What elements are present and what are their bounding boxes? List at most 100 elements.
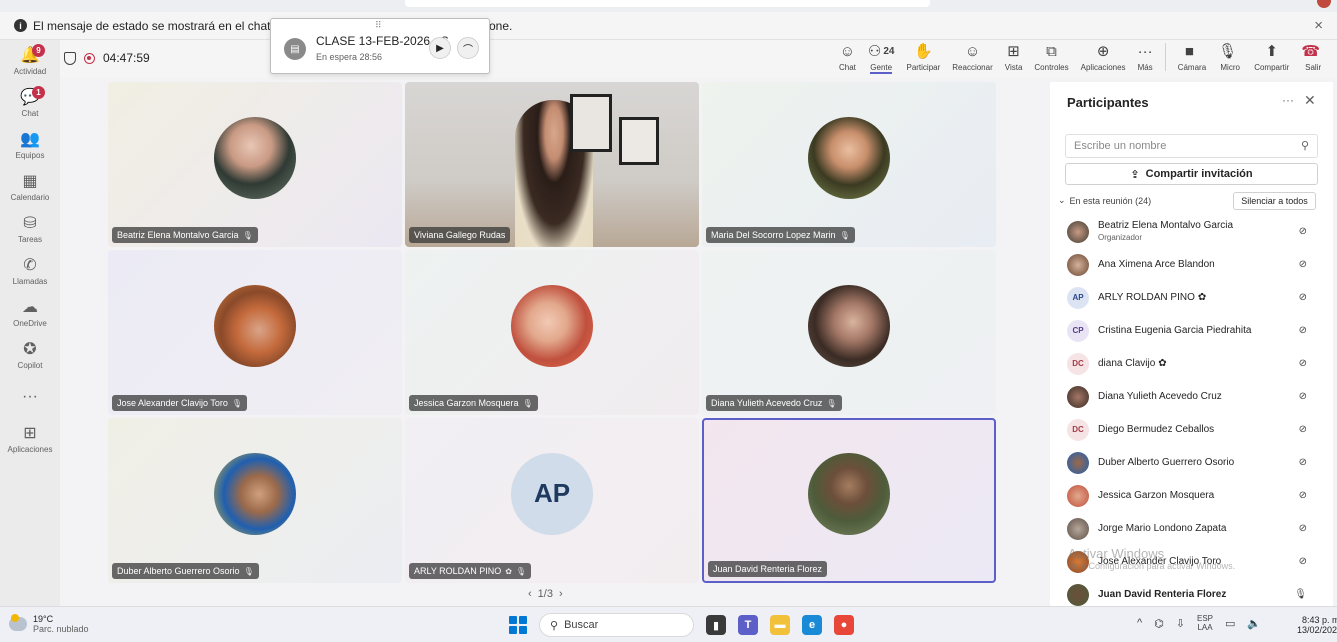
volume-icon[interactable]: 🔈 xyxy=(1247,617,1261,630)
participant-row[interactable]: Beatriz Elena Montalvo Garcia Organizador… xyxy=(1050,215,1333,248)
toolbar-más-button[interactable]: ··· Más xyxy=(1132,43,1159,72)
participant-row[interactable]: Ana Ximena Arce Blandon ⊘ xyxy=(1050,248,1333,281)
clock-time: 8:43 p. m. xyxy=(1302,615,1337,625)
more-icon: ··· xyxy=(22,388,38,405)
next-page-button[interactable]: › xyxy=(559,588,563,600)
media-label: Micro xyxy=(1220,63,1240,72)
camera-off-icon: ■ xyxy=(1185,43,1199,61)
participant-list: Beatriz Elena Montalvo Garcia Organizador… xyxy=(1050,215,1333,611)
share-invite-button[interactable]: ⇪ Compartir invitación xyxy=(1065,163,1318,185)
media-micro-button[interactable]: 🎙 Micro xyxy=(1212,43,1248,72)
taskbar-search[interactable]: ⚲ Buscar xyxy=(539,613,694,637)
video-tile[interactable]: Diana Yulieth Acevedo Cruz 🎙 xyxy=(702,250,996,415)
video-tile[interactable]: Jessica Garzon Mosquera 🎙 xyxy=(405,250,699,415)
weather-widget[interactable]: 19°C Parc. nublado xyxy=(9,614,89,634)
chrome-icon[interactable]: ● xyxy=(834,615,854,635)
video-tile[interactable]: Juan David Renteria Florez xyxy=(702,418,996,583)
display-icon[interactable]: ▭ xyxy=(1225,617,1235,630)
participant-row[interactable]: Duber Alberto Guerrero Osorio ⊘ xyxy=(1050,446,1333,479)
participant-row[interactable]: DC Diego Bermudez Ceballos ⊘ xyxy=(1050,413,1333,446)
toolbar-aplicaciones-button[interactable]: ⊕ Aplicaciones xyxy=(1075,43,1132,72)
mute-all-button[interactable]: Silenciar a todos xyxy=(1233,192,1316,210)
rail-item-aplicaciones[interactable]: ⊞ Aplicaciones xyxy=(0,418,60,460)
system-clock[interactable]: 8:43 p. m. 13/02/2026 xyxy=(1297,615,1337,635)
search-input[interactable] xyxy=(1074,136,1294,156)
rail-item-equipos[interactable]: 👥 Equipos xyxy=(0,124,60,166)
participant-name: Viviana Gallego Rudas xyxy=(414,230,506,240)
participant-name: ARLY ROLDAN PINO ✿ xyxy=(1098,292,1206,304)
prev-page-button[interactable]: ‹ xyxy=(528,588,532,600)
participant-row[interactable]: AP ARLY ROLDAN PINO ✿ ⊘ xyxy=(1050,281,1333,314)
close-icon[interactable]: × xyxy=(1314,17,1323,34)
video-tile[interactable]: Beatriz Elena Montalvo Garcia 🎙 xyxy=(108,82,402,247)
browser-top-strip xyxy=(0,0,1337,12)
video-tile[interactable]: Maria Del Socorro Lopez Marin 🎙 xyxy=(702,82,996,247)
end-call-button[interactable]: ⌒ xyxy=(457,37,479,59)
address-bar[interactable] xyxy=(405,0,930,7)
start-button[interactable] xyxy=(509,616,527,634)
toolbar-chat-button[interactable]: ☺ Chat xyxy=(833,43,862,72)
usb-icon[interactable]: ⇩ xyxy=(1176,617,1185,630)
chevron-up-icon[interactable]: ^ xyxy=(1137,617,1142,629)
on-hold-call-window[interactable]: ⠿ ▤ CLASE 13-FEB-2026 - S En espera 28:5… xyxy=(270,18,490,74)
wall-frame xyxy=(570,94,612,152)
participant-name: Jorge Mario Londono Zapata xyxy=(1098,523,1226,535)
language-indicator[interactable]: ESP LAA xyxy=(1197,614,1213,632)
edge-icon[interactable]: e xyxy=(802,615,822,635)
video-tile[interactable]: AP ARLY ROLDAN PINO ✿ 🎙 xyxy=(405,418,699,583)
participant-avatar: CP xyxy=(1067,319,1089,342)
media-compartir-button[interactable]: ⬆ Compartir xyxy=(1248,43,1295,72)
toolbar-participar-button[interactable]: ✋ Participar xyxy=(900,43,946,72)
video-tile[interactable]: Duber Alberto Guerrero Osorio 🎙 xyxy=(108,418,402,583)
participant-name: Diego Bermudez Ceballos xyxy=(1098,424,1214,436)
mic-off-icon: 🎙 xyxy=(839,230,850,240)
close-panel-icon[interactable]: ✕ xyxy=(1304,92,1316,109)
participant-name-text: Diana Yulieth Acevedo Cruz xyxy=(1098,390,1222,402)
task-view-icon[interactable]: ▮ xyxy=(706,615,726,635)
rail-item-more[interactable]: ··· xyxy=(0,376,60,418)
mic-off-icon: ⊘ xyxy=(1298,226,1307,237)
participant-name-text: Duber Alberto Guerrero Osorio xyxy=(1098,456,1235,468)
resume-button[interactable]: ▶ xyxy=(429,37,451,59)
participant-row[interactable]: Jessica Garzon Mosquera ⊘ xyxy=(1050,479,1333,512)
participant-name: Ana Ximena Arce Blandon xyxy=(1098,259,1215,271)
file-explorer-icon[interactable]: ▬ xyxy=(770,615,790,635)
participant-row[interactable]: DC diana Clavijo ✿ ⊘ xyxy=(1050,347,1333,380)
media-cámara-button[interactable]: ■ Cámara xyxy=(1172,43,1212,72)
participant-row[interactable]: Diana Yulieth Acevedo Cruz ⊘ xyxy=(1050,380,1333,413)
toolbar-controles-button[interactable]: ⧉ Controles xyxy=(1028,43,1074,72)
participant-name-text: ARLY ROLDAN PINO xyxy=(1098,291,1195,303)
participant-row[interactable]: CP Cristina Eugenia Garcia Piedrahita ⊘ xyxy=(1050,314,1333,347)
rail-label: Aplicaciones xyxy=(7,444,53,454)
toolbar-reaccionar-button[interactable]: ☺ Reaccionar xyxy=(946,43,998,72)
rail-item-llamadas[interactable]: ✆ Llamadas xyxy=(0,250,60,292)
rail-item-chat[interactable]: 💬 Chat 1 xyxy=(0,82,60,124)
participant-row[interactable]: Jorge Mario Londono Zapata ⊘ xyxy=(1050,512,1333,545)
video-tile[interactable]: Jose Alexander Clavijo Toro 🎙 xyxy=(108,250,402,415)
media-salir-button[interactable]: ☎ Salir xyxy=(1295,43,1331,72)
participant-name-tag: Beatriz Elena Montalvo Garcia 🎙 xyxy=(112,227,258,243)
toolbar-vista-button[interactable]: ⊞ Vista xyxy=(999,43,1029,72)
rail-item-copilot[interactable]: ✪ Copilot xyxy=(0,334,60,376)
participant-name: Diana Yulieth Acevedo Cruz xyxy=(711,398,823,408)
page-indicator: 1/3 xyxy=(537,588,553,600)
rail-item-calendario[interactable]: ▦ Calendario xyxy=(0,166,60,208)
profile-avatar[interactable] xyxy=(1317,0,1331,8)
toolbar-gente-button[interactable]: ⚇ 24 Gente xyxy=(862,43,901,74)
participant-avatar xyxy=(1067,385,1089,408)
rail-label: OneDrive xyxy=(13,318,47,328)
rail-item-actividad[interactable]: 🔔 Actividad 9 xyxy=(0,40,60,82)
video-tile[interactable]: Viviana Gallego Rudas xyxy=(405,82,699,247)
rail-item-onedrive[interactable]: ☁ OneDrive xyxy=(0,292,60,334)
participant-role: Organizador xyxy=(1098,232,1143,242)
participant-row[interactable]: Jose Alexander Clavijo Toro ⊘ xyxy=(1050,545,1333,578)
more-options-icon[interactable]: ··· xyxy=(1282,93,1294,107)
controls-icon-glyph: ⧉ xyxy=(1046,43,1057,60)
network-icon[interactable]: ⌬ xyxy=(1154,617,1164,630)
react-icon-glyph: ☺ xyxy=(964,43,981,60)
teams-app-icon[interactable]: T xyxy=(738,615,758,635)
rail-item-tareas[interactable]: ⛁ Tareas xyxy=(0,208,60,250)
section-header[interactable]: ⌄ En esta reunión (24) xyxy=(1058,195,1151,206)
hangup-icon: ⌒ xyxy=(463,44,473,56)
drag-handle-icon[interactable]: ⠿ xyxy=(375,20,383,31)
